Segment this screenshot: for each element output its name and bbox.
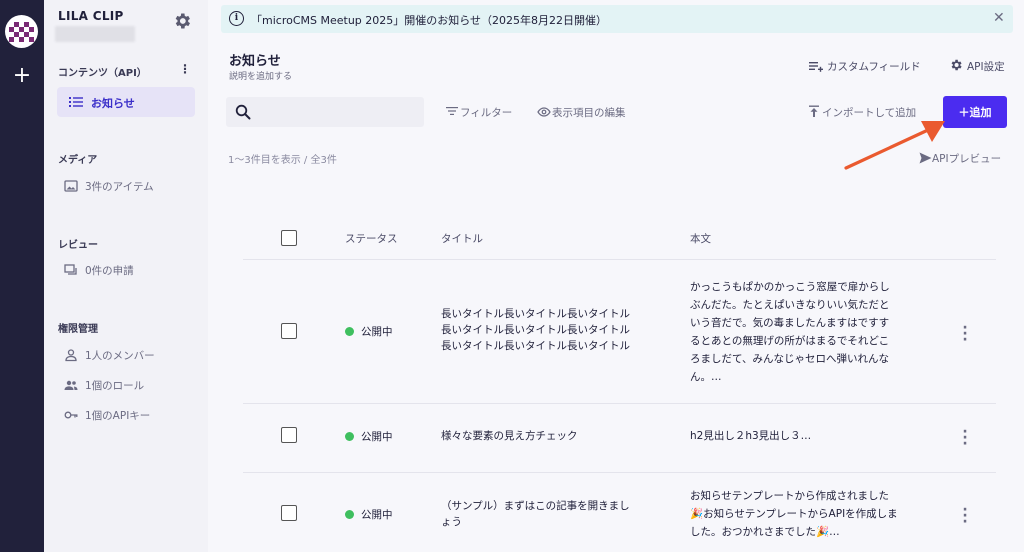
person-icon bbox=[65, 349, 77, 362]
review-section-title: レビュー bbox=[58, 240, 98, 251]
eye-icon bbox=[537, 107, 551, 117]
row-body: h2見出し２h3見出し３… bbox=[690, 430, 812, 442]
key-icon bbox=[64, 411, 78, 419]
api-preview-label: APIプレビュー bbox=[932, 153, 1002, 165]
result-count: 1〜3件目を表示 / 全3件 bbox=[228, 155, 337, 166]
page-title: お知らせ bbox=[229, 54, 281, 69]
filter-icon bbox=[446, 107, 458, 115]
sidebar-item-label: 0件の申請 bbox=[85, 265, 134, 277]
api-settings-label: API設定 bbox=[967, 61, 1005, 73]
search-box bbox=[226, 97, 424, 127]
add-button[interactable]: ＋追加 bbox=[943, 96, 1007, 128]
status-label: 公開中 bbox=[361, 326, 393, 338]
group-icon bbox=[64, 380, 78, 390]
permission-section-title: 権限管理 bbox=[58, 324, 98, 335]
gear-icon[interactable] bbox=[172, 11, 192, 31]
table-row[interactable]: 公開中 様々な要素の見え方チェック h2見出し２h3見出し３… · · · bbox=[243, 404, 996, 466]
row-checkbox[interactable] bbox=[281, 323, 297, 339]
content-section-title: コンテンツ（API） bbox=[58, 68, 147, 79]
sidebar-item-label: 1人のメンバー bbox=[85, 350, 155, 362]
status-dot-icon bbox=[345, 327, 354, 336]
list-add-icon bbox=[809, 62, 823, 72]
banner-text[interactable]: 「microCMS Meetup 2025」開催のお知らせ（2025年8月22日… bbox=[251, 12, 607, 28]
info-icon: i bbox=[229, 11, 244, 26]
filter-label: フィルター bbox=[460, 107, 513, 119]
status-dot-icon bbox=[345, 432, 354, 441]
row-body: お知らせテンプレートから作成されました 🎉お知らせテンプレートからAPIを作成し… bbox=[690, 490, 898, 538]
annotation-arrow-icon bbox=[844, 121, 945, 170]
sidebar-item-label: 1個のロール bbox=[85, 380, 145, 392]
row-checkbox[interactable] bbox=[281, 505, 297, 521]
list-icon bbox=[69, 97, 83, 107]
table-row[interactable]: 公開中 （サンプル）まずはこの記事を開きまし ょう お知らせテンプレートから作成… bbox=[243, 473, 996, 552]
image-icon bbox=[64, 180, 78, 192]
search-input[interactable] bbox=[258, 102, 418, 122]
more-vertical-icon[interactable]: ⋮ bbox=[179, 62, 191, 76]
more-vertical-icon[interactable]: · · · bbox=[959, 321, 971, 347]
status-dot-icon bbox=[345, 510, 354, 519]
row-title: 長いタイトル長いタイトル長いタイトル 長いタイトル長いタイトル長いタイトル 長い… bbox=[441, 308, 630, 352]
status-badge: 公開中 bbox=[345, 324, 393, 339]
search-icon bbox=[235, 104, 251, 120]
sidebar-item-news[interactable]: お知らせ bbox=[57, 87, 195, 117]
row-title: 様々な要素の見え方チェック bbox=[441, 430, 578, 442]
row-body: かっこうもぱかのかっこう窓屋で扉からし ぶんだた。たとえぱいきなりいい気ただと … bbox=[690, 281, 890, 383]
gear-icon bbox=[951, 59, 962, 71]
project-name: LILA CLIP bbox=[58, 9, 124, 23]
send-icon bbox=[919, 152, 932, 164]
more-vertical-icon[interactable]: · · · bbox=[959, 425, 971, 451]
status-badge: 公開中 bbox=[345, 429, 393, 444]
media-section-title: メディア bbox=[58, 155, 98, 166]
column-header-status[interactable]: ステータス bbox=[345, 231, 398, 246]
sidebar: LILA CLIP コンテンツ（API） ⋮ お知らせ メディア 3件のアイテム… bbox=[44, 0, 208, 552]
project-logo-icon[interactable] bbox=[5, 15, 38, 48]
select-all-checkbox[interactable] bbox=[281, 230, 297, 246]
edit-columns-label: 表示項目の編集 bbox=[552, 107, 626, 119]
column-header-body[interactable]: 本文 bbox=[690, 231, 711, 246]
project-subtitle-redacted bbox=[55, 26, 135, 42]
close-icon[interactable]: ✕ bbox=[993, 10, 1005, 26]
sidebar-item-label: 3件のアイテム bbox=[85, 181, 154, 193]
add-service-button[interactable]: + bbox=[9, 63, 35, 89]
sidebar-item-label: お知らせ bbox=[91, 97, 135, 110]
more-vertical-icon[interactable]: · · · bbox=[959, 503, 971, 529]
status-label: 公開中 bbox=[361, 431, 393, 443]
status-label: 公開中 bbox=[361, 509, 393, 521]
announcement-banner: i 「microCMS Meetup 2025」開催のお知らせ（2025年8月2… bbox=[221, 5, 1013, 33]
custom-field-label: カスタムフィールド bbox=[827, 61, 921, 73]
upload-icon bbox=[809, 105, 819, 117]
column-header-title[interactable]: タイトル bbox=[441, 231, 483, 246]
add-description-link[interactable]: 説明を追加する bbox=[229, 69, 292, 82]
chat-icon bbox=[64, 264, 77, 275]
table-row[interactable]: 公開中 長いタイトル長いタイトル長いタイトル 長いタイトル長いタイトル長いタイト… bbox=[243, 260, 996, 403]
status-badge: 公開中 bbox=[345, 507, 393, 522]
row-checkbox[interactable] bbox=[281, 427, 297, 443]
sidebar-item-label: 1個のAPIキー bbox=[85, 410, 151, 422]
app-rail: + bbox=[0, 0, 44, 552]
row-title: （サンプル）まずはこの記事を開きまし ょう bbox=[441, 500, 630, 528]
